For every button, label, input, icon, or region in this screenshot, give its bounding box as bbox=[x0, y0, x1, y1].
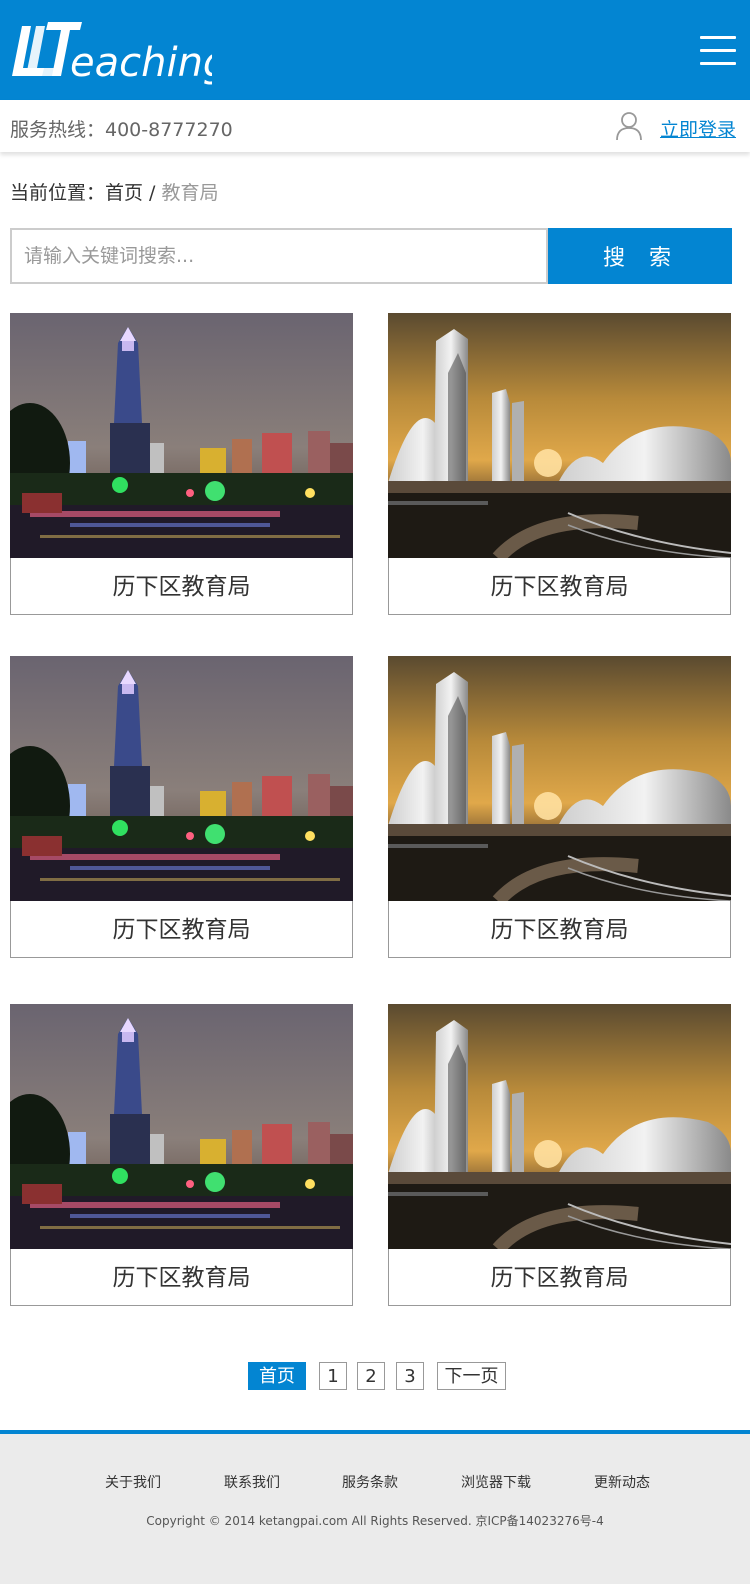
footer-link-about[interactable]: 关于我们 bbox=[105, 1472, 161, 1492]
card-image bbox=[10, 656, 353, 901]
card-item[interactable]: 历下区教育局 bbox=[388, 313, 731, 615]
card-item[interactable]: 历下区教育局 bbox=[388, 656, 731, 958]
footer-link-terms[interactable]: 服务条款 bbox=[342, 1472, 398, 1492]
card-image bbox=[388, 313, 731, 558]
breadcrumb-separator: / bbox=[149, 182, 156, 204]
search-button[interactable]: 搜索 bbox=[548, 228, 732, 284]
card-title: 历下区教育局 bbox=[490, 1265, 629, 1291]
card-title: 历下区教育局 bbox=[490, 574, 629, 600]
hamburger-menu-icon[interactable] bbox=[700, 36, 736, 66]
pagination-page-2[interactable]: 2 bbox=[357, 1362, 385, 1390]
breadcrumb-current: 教育局 bbox=[161, 182, 219, 204]
card-title: 历下区教育局 bbox=[112, 574, 251, 600]
card-image bbox=[10, 1004, 353, 1249]
site-footer: 关于我们 联系我们 服务条款 浏览器下载 更新动态 Copyright © 20… bbox=[0, 1430, 750, 1584]
footer-link-browser-download[interactable]: 浏览器下载 bbox=[461, 1472, 531, 1492]
card-item[interactable]: 历下区教育局 bbox=[388, 1004, 731, 1306]
breadcrumb: 当前位置：首页 / 教育局 bbox=[10, 178, 218, 205]
card-item[interactable]: 历下区教育局 bbox=[10, 656, 353, 958]
card-title: 历下区教育局 bbox=[490, 917, 629, 943]
logo-mark: eaching bbox=[12, 22, 212, 86]
breadcrumb-prefix: 当前位置： bbox=[10, 182, 106, 204]
login-link[interactable]: 立即登录 bbox=[660, 115, 736, 142]
card-item[interactable]: 历下区教育局 bbox=[10, 1004, 353, 1306]
card-image bbox=[10, 313, 353, 558]
card-image bbox=[388, 656, 731, 901]
search-input[interactable] bbox=[10, 228, 548, 284]
footer-links: 关于我们 联系我们 服务条款 浏览器下载 更新动态 bbox=[0, 1472, 750, 1492]
breadcrumb-home-link[interactable]: 首页 bbox=[105, 182, 143, 204]
card-title: 历下区教育局 bbox=[112, 1265, 251, 1291]
card-title: 历下区教育局 bbox=[112, 917, 251, 943]
logo-text: eaching bbox=[70, 40, 212, 86]
card-image bbox=[388, 1004, 731, 1249]
footer-link-contact[interactable]: 联系我们 bbox=[224, 1472, 280, 1492]
card-item[interactable]: 历下区教育局 bbox=[10, 313, 353, 615]
search-bar: 搜索 bbox=[10, 228, 732, 284]
pagination-next[interactable]: 下一页 bbox=[437, 1362, 506, 1390]
pagination-first[interactable]: 首页 bbox=[248, 1362, 306, 1390]
site-header: eaching bbox=[0, 0, 750, 100]
pagination-page-1[interactable]: 1 bbox=[319, 1362, 347, 1390]
site-logo[interactable]: eaching bbox=[12, 18, 212, 86]
pagination-page-3[interactable]: 3 bbox=[396, 1362, 424, 1390]
pagination: 首页 1 2 3 下一页 bbox=[0, 1362, 750, 1392]
footer-link-updates[interactable]: 更新动态 bbox=[594, 1472, 650, 1492]
info-bar: 服务热线：400-8777270 立即登录 bbox=[0, 100, 750, 152]
copyright-text: Copyright © 2014 ketangpai.com All Right… bbox=[146, 1514, 604, 1528]
user-icon[interactable] bbox=[615, 111, 643, 141]
service-hotline: 服务热线：400-8777270 bbox=[10, 119, 233, 141]
